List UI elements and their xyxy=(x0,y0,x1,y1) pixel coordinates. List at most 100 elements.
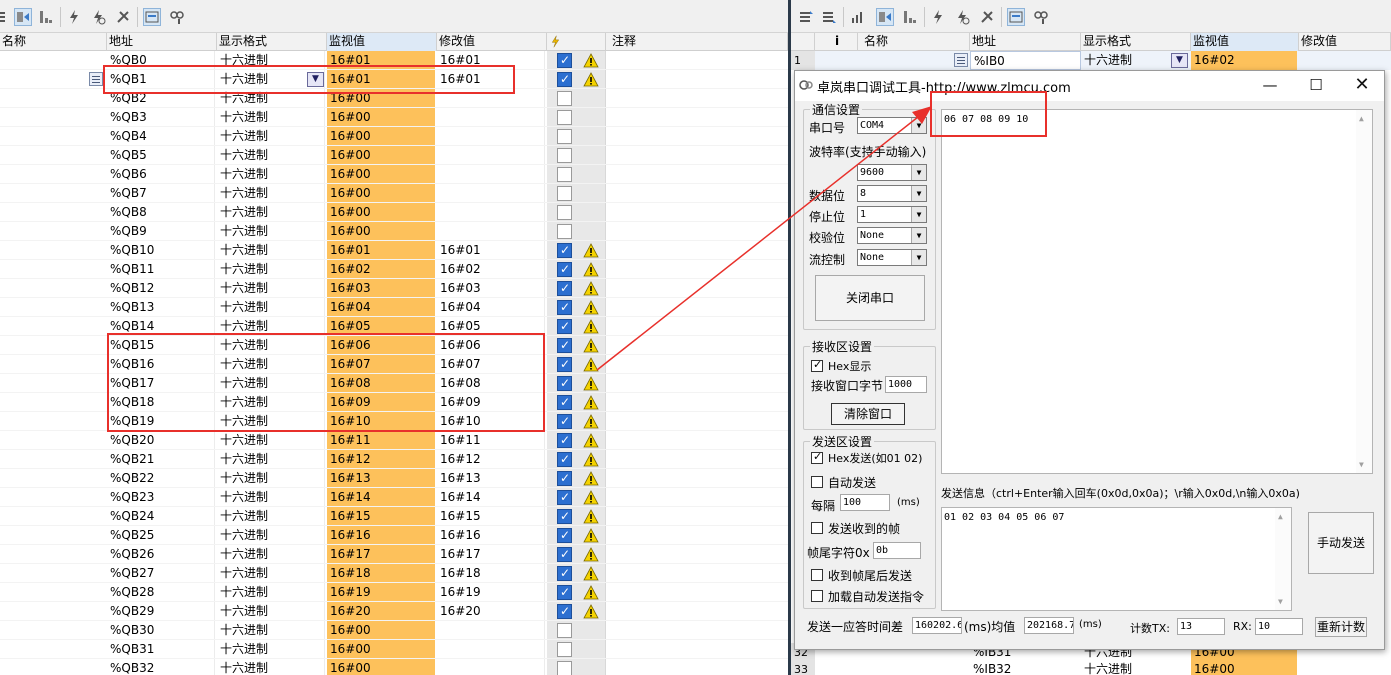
maximize-icon[interactable]: ☐ xyxy=(1293,71,1339,101)
modify-cell[interactable]: 16#13 xyxy=(437,469,545,488)
modify-cell[interactable]: 16#03 xyxy=(437,279,545,298)
modify-cell[interactable]: 16#01 xyxy=(437,241,545,260)
modify-enable-checkbox[interactable] xyxy=(557,260,572,279)
modify-enable-checkbox[interactable] xyxy=(557,564,572,583)
monitor-once-icon-right[interactable] xyxy=(901,8,919,26)
format-cell[interactable]: 十六进制 xyxy=(217,526,325,545)
modify-enable-checkbox[interactable] xyxy=(557,317,572,336)
close-port-button[interactable]: 关闭串口 xyxy=(815,275,925,321)
address-cell[interactable]: %QB21 xyxy=(107,450,215,469)
address-cell[interactable]: %QB31 xyxy=(107,640,215,659)
address-cell[interactable]: %QB10 xyxy=(107,241,215,260)
modify-enable-checkbox[interactable] xyxy=(557,450,572,469)
format-cell[interactable]: 十六进制 xyxy=(217,298,325,317)
manual-send-button[interactable]: 手动发送 xyxy=(1308,512,1374,574)
modify-trigger-icon-right[interactable] xyxy=(953,8,971,26)
enable-peripheral-icon-right[interactable] xyxy=(978,8,996,26)
hex-display-checkbox[interactable] xyxy=(811,358,823,372)
address-cell[interactable]: %QB25 xyxy=(107,526,215,545)
format-cell[interactable]: 十六进制 xyxy=(217,450,325,469)
address-cell[interactable]: %QB32 xyxy=(107,659,215,675)
modify-enable-checkbox[interactable] xyxy=(557,51,572,70)
add-row-icon[interactable] xyxy=(820,8,838,26)
table-row[interactable]: 33 %IB32 十六进制 16#00 xyxy=(791,660,1391,675)
receive-scrollbar[interactable]: ▲ ▼ xyxy=(1356,110,1372,473)
modify-enable-checkbox[interactable] xyxy=(557,488,572,507)
enable-peripheral-icon[interactable] xyxy=(114,8,132,26)
reset-count-button[interactable]: 重新计数 xyxy=(1315,617,1367,637)
modify-enable-checkbox[interactable] xyxy=(557,224,572,239)
toolbar-partial-icon[interactable] xyxy=(0,8,10,26)
row-detail-icon[interactable] xyxy=(89,72,103,86)
modify-enable-checkbox[interactable] xyxy=(557,602,572,621)
modify-enable-checkbox[interactable] xyxy=(557,241,572,260)
address-cell[interactable]: %QB8 xyxy=(107,203,215,222)
format-cell[interactable]: 十六进制 xyxy=(217,165,325,184)
col-header-address-right[interactable]: 地址 xyxy=(970,33,1081,51)
minimize-icon[interactable]: — xyxy=(1247,71,1293,101)
show-modify-columns-icon-right[interactable] xyxy=(1007,8,1025,26)
address-cell[interactable]: %IB32 xyxy=(970,660,1081,675)
table-row[interactable]: %QB31 十六进制 16#00 xyxy=(0,640,788,659)
format-cell[interactable]: 十六进制 xyxy=(217,469,325,488)
table-row[interactable]: %QB7 十六进制 16#00 xyxy=(0,184,788,203)
format-cell[interactable]: 十六进制 xyxy=(1081,660,1191,675)
modify-cell[interactable] xyxy=(437,203,545,222)
format-cell[interactable]: 十六进制 xyxy=(217,507,325,526)
modify-cell[interactable] xyxy=(437,127,545,146)
modify-cell[interactable]: 16#15 xyxy=(437,507,545,526)
address-cell[interactable]: %QB4 xyxy=(107,127,215,146)
format-cell[interactable]: 十六进制 xyxy=(217,127,325,146)
modify-enable-checkbox[interactable] xyxy=(557,545,572,564)
send-after-frame-tail-checkbox[interactable] xyxy=(811,569,823,581)
format-cell[interactable]: 十六进制 xyxy=(217,203,325,222)
table-row[interactable]: %QB23 十六进制 16#14 16#14 xyxy=(0,488,788,507)
address-cell[interactable]: %QB12 xyxy=(107,279,215,298)
address-cell[interactable]: %QB6 xyxy=(107,165,215,184)
col-header-name[interactable]: 名称 xyxy=(0,33,107,51)
modify-enable-checkbox[interactable] xyxy=(557,393,572,412)
modify-cell[interactable]: 16#19 xyxy=(437,583,545,602)
show-modify-columns-icon[interactable] xyxy=(143,8,161,26)
address-cell[interactable]: %QB30 xyxy=(107,621,215,640)
modify-cell[interactable]: 16#12 xyxy=(437,450,545,469)
address-cell[interactable]: %QB13 xyxy=(107,298,215,317)
format-cell[interactable]: 十六进制 xyxy=(217,545,325,564)
col-header-format-right[interactable]: 显示格式 xyxy=(1081,33,1191,51)
frame-tail-input[interactable]: 0b xyxy=(873,542,921,559)
interval-input[interactable]: 100 xyxy=(840,494,890,511)
address-cell[interactable]: %QB9 xyxy=(107,222,215,241)
modify-cell[interactable] xyxy=(437,621,545,640)
format-cell[interactable]: 十六进制 xyxy=(217,621,325,640)
recv-window-bytes-input[interactable]: 1000 xyxy=(885,376,927,393)
address-cell[interactable]: %IB0 xyxy=(970,51,1081,70)
format-cell[interactable]: 十六进制 xyxy=(217,583,325,602)
table-row[interactable]: %QB24 十六进制 16#15 16#15 xyxy=(0,507,788,526)
table-row[interactable]: %QB3 十六进制 16#00 xyxy=(0,108,788,127)
table-row[interactable]: %QB20 十六进制 16#11 16#11 xyxy=(0,431,788,450)
stopbits-select[interactable]: 1 ▼ xyxy=(857,206,927,223)
format-cell[interactable]: 十六进制 xyxy=(217,488,325,507)
address-cell[interactable]: %QB27 xyxy=(107,564,215,583)
table-row[interactable]: %QB5 十六进制 16#00 xyxy=(0,146,788,165)
modify-cell[interactable] xyxy=(437,222,545,241)
address-cell[interactable]: %QB22 xyxy=(107,469,215,488)
hex-send-checkbox[interactable] xyxy=(811,450,823,464)
send-scrollbar[interactable]: ▲ ▼ xyxy=(1275,508,1291,610)
address-cell[interactable]: %QB24 xyxy=(107,507,215,526)
modify-cell[interactable]: 16#04 xyxy=(437,298,545,317)
modify-cell[interactable]: 16#16 xyxy=(437,526,545,545)
table-row[interactable]: %QB11 十六进制 16#02 16#02 xyxy=(0,260,788,279)
modify-enable-checkbox[interactable] xyxy=(557,355,572,374)
col-header-name-right[interactable]: 名称 xyxy=(858,33,970,51)
format-cell[interactable]: 十六进制 xyxy=(217,241,325,260)
modify-enable-checkbox[interactable] xyxy=(557,661,572,675)
address-cell[interactable]: %QB26 xyxy=(107,545,215,564)
send-received-frame-checkbox[interactable] xyxy=(811,522,823,534)
monitor-once-icon[interactable] xyxy=(37,8,55,26)
window-title-bar[interactable]: 卓岚串口调试工具-http://www.zlmcu.com — ☐ ✕ xyxy=(795,71,1384,101)
modify-enable-checkbox[interactable] xyxy=(557,205,572,220)
receive-textarea[interactable]: 06 07 08 09 10 ▲ ▼ xyxy=(941,109,1373,474)
show-extended-icon-right[interactable] xyxy=(1032,8,1050,26)
modify-now-icon-right[interactable] xyxy=(929,8,947,26)
